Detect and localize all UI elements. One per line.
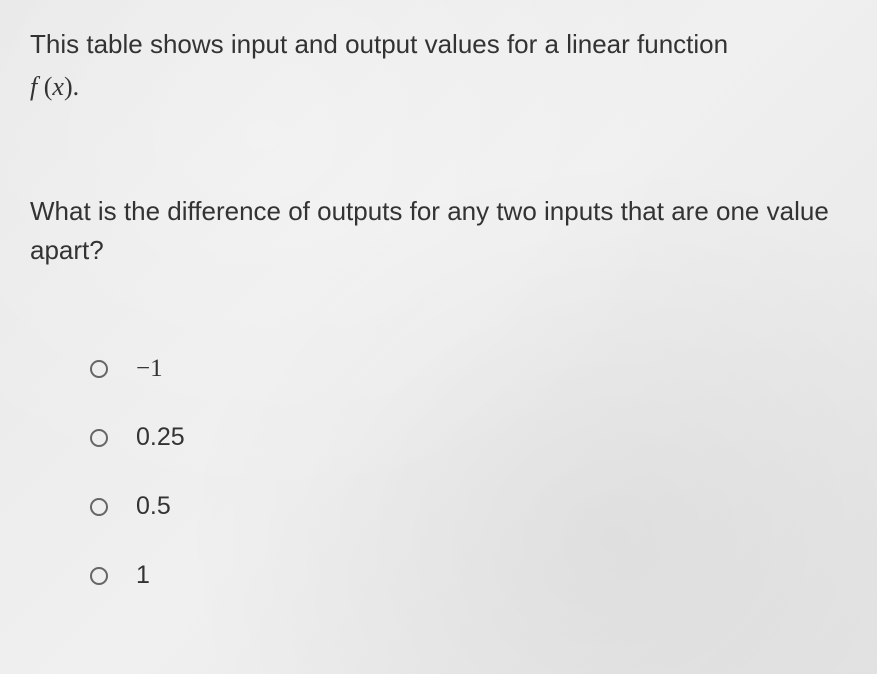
option-4[interactable]: 1 — [90, 561, 847, 590]
option-label: 1 — [136, 561, 150, 590]
intro-text: This table shows input and output values… — [30, 25, 847, 64]
option-1[interactable]: −1 — [90, 355, 847, 383]
option-2[interactable]: 0.25 — [90, 423, 847, 452]
question-text: What is the difference of outputs for an… — [30, 192, 847, 270]
option-3[interactable]: 0.5 — [90, 492, 847, 521]
function-x: x — [52, 72, 64, 101]
options-group: −1 0.25 0.5 1 — [30, 355, 847, 590]
radio-icon[interactable] — [90, 360, 108, 378]
radio-icon[interactable] — [90, 429, 108, 447]
radio-icon[interactable] — [90, 567, 108, 585]
option-label: 0.25 — [136, 423, 185, 452]
function-notation: f (x). — [30, 72, 847, 102]
radio-icon[interactable] — [90, 498, 108, 516]
option-label: 0.5 — [136, 492, 171, 521]
function-close-paren: ). — [64, 72, 79, 101]
option-label: −1 — [136, 355, 163, 383]
function-open-paren: ( — [37, 72, 52, 101]
